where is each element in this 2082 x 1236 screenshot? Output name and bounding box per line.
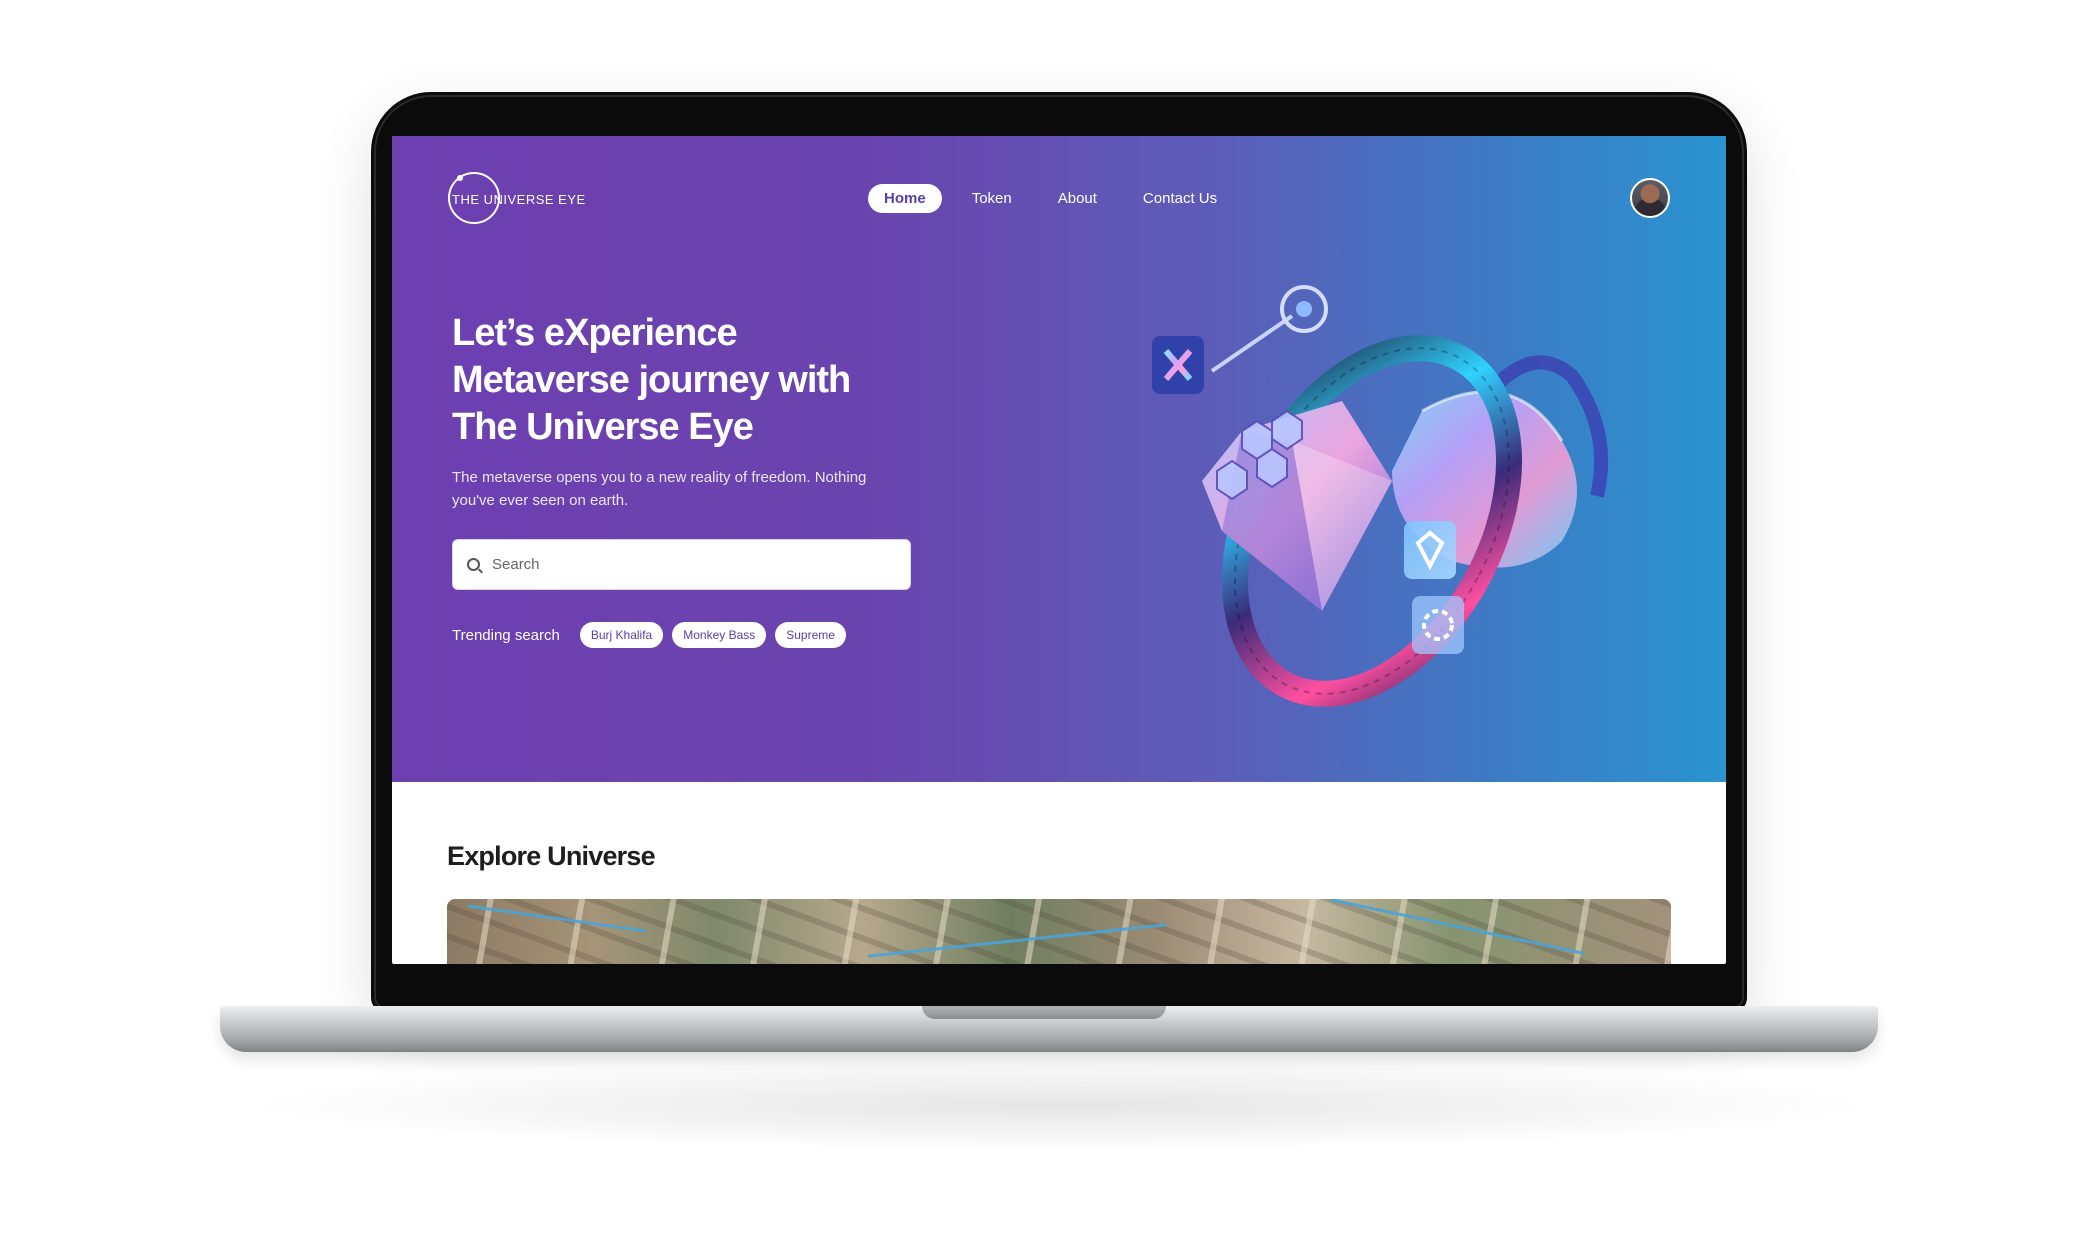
hero-section: THE UNIVERSE EYE Home Token About Contac… (392, 136, 1726, 782)
metaverse-vr-illustration (1152, 285, 1609, 707)
map-road-line (1329, 899, 1585, 955)
trending-chip-supreme[interactable]: Supreme (775, 622, 846, 648)
laptop-floor-shadow (260, 1060, 1860, 1150)
nav-item-contact-us[interactable]: Contact Us (1127, 184, 1233, 213)
user-avatar[interactable] (1630, 178, 1670, 218)
logo-orbit-dot-icon (457, 175, 463, 181)
logo-text: THE UNIVERSE EYE (452, 191, 586, 207)
laptop-screen: THE UNIVERSE EYE Home Token About Contac… (392, 136, 1726, 964)
trending-search: Trending search Burj Khalifa Monkey Bass… (452, 622, 855, 648)
hero-subtext: The metaverse opens you to a new reality… (452, 469, 867, 509)
nav-item-token[interactable]: Token (956, 184, 1028, 213)
trending-chip-monkey-bass[interactable]: Monkey Bass (672, 622, 767, 648)
search-input[interactable] (492, 556, 892, 573)
hero-headline-line-2: Metaverse journey with (452, 359, 851, 401)
map-road-line (867, 923, 1167, 958)
main-nav: Home Token About Contact Us (868, 184, 1233, 213)
map-road-line (467, 904, 647, 933)
explore-map-preview[interactable] (447, 899, 1671, 964)
site-logo[interactable]: THE UNIVERSE EYE (448, 172, 586, 226)
explore-title: Explore Universe (447, 841, 656, 871)
nav-item-home[interactable]: Home (868, 184, 942, 213)
hero-headline-line-3: The Universe Eye (452, 406, 754, 448)
trending-label: Trending search (452, 626, 560, 644)
hero-headline: Let’s eXperience Metaverse journey with … (452, 310, 972, 451)
laptop-base-notch (922, 1006, 1166, 1019)
trending-chip-burj-khalifa[interactable]: Burj Khalifa (579, 622, 664, 648)
nav-item-about[interactable]: About (1042, 184, 1113, 213)
search-box[interactable] (452, 539, 911, 590)
search-icon (467, 558, 480, 571)
hero-headline-line-1: Let’s eXperience (452, 312, 738, 354)
